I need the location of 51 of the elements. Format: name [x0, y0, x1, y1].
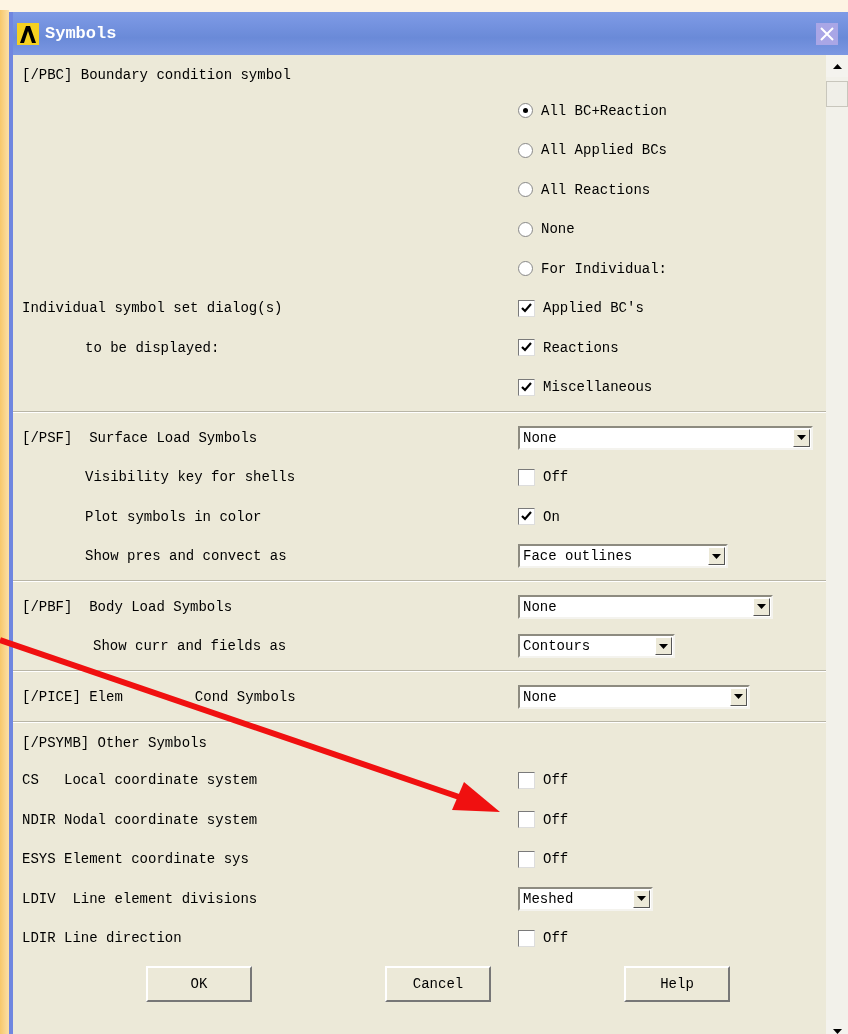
radio-option[interactable]: All Applied BCs: [518, 142, 668, 159]
checkbox-option[interactable]: Off: [518, 811, 569, 829]
scrollbar[interactable]: [826, 55, 848, 1034]
checkbox-option[interactable]: Reactions: [518, 339, 619, 357]
checkbox-option[interactable]: Off: [518, 850, 569, 868]
field-label: Cond Symbols: [194, 688, 296, 705]
scroll-up-icon[interactable]: [832, 63, 842, 69]
checkbox-option[interactable]: Off: [518, 468, 569, 486]
dropdown[interactable]: Contours: [518, 634, 675, 659]
dropdown[interactable]: None: [518, 425, 813, 450]
dropdown[interactable]: None: [518, 684, 750, 709]
field-label: Show curr and fields as: [93, 638, 287, 655]
radio-option[interactable]: For Individual:: [518, 260, 668, 277]
dropdown[interactable]: None: [518, 594, 773, 619]
checkbox-option[interactable]: Applied BC's: [518, 299, 644, 317]
dialog-button[interactable]: OK: [146, 966, 252, 1002]
field-label: Plot symbols in color: [85, 508, 262, 525]
app-logo-icon: [17, 22, 39, 45]
dialog-button[interactable]: Help: [624, 966, 730, 1002]
field-label: [/PICE] Elem: [22, 688, 123, 705]
field-label: [/PSF] Surface Load Symbols: [22, 429, 258, 446]
radio-option[interactable]: All BC+Reaction: [518, 102, 668, 119]
checkbox-option[interactable]: Off: [518, 771, 569, 789]
checkbox-option[interactable]: Miscellaneous: [518, 378, 653, 396]
field-label: ESYS Element coordinate sys: [22, 851, 249, 868]
radio-option[interactable]: All Reactions: [518, 181, 651, 198]
field-label: Individual symbol set dialog(s): [22, 300, 283, 317]
scroll-down-icon[interactable]: [832, 1028, 842, 1034]
field-label: Visibility key for shells: [85, 469, 296, 486]
field-label: [/PBF] Body Load Symbols: [22, 598, 233, 615]
checkbox-option[interactable]: On: [518, 508, 560, 526]
field-label: [/PSYMB] Other Symbols: [22, 734, 207, 751]
scroll-thumb[interactable]: [826, 81, 848, 107]
window-title: Symbols: [45, 24, 117, 43]
check-mark-icon: [521, 381, 532, 393]
check-mark-icon: [521, 511, 532, 523]
check-mark-icon: [521, 342, 532, 354]
check-mark-icon: [521, 302, 532, 314]
field-label: LDIV Line element divisions: [22, 890, 258, 907]
checkbox-option[interactable]: Off: [518, 929, 569, 947]
field-label: to be displayed:: [85, 339, 220, 356]
field-label: Show pres and convect as: [85, 548, 287, 565]
dropdown[interactable]: Face outlines: [518, 544, 728, 569]
field-label: CS Local coordinate system: [22, 772, 258, 789]
dropdown[interactable]: Meshed: [518, 886, 653, 911]
radio-option[interactable]: None: [518, 221, 575, 238]
field-label: LDIR Line direction: [22, 930, 182, 947]
close-icon[interactable]: [816, 22, 838, 45]
field-label: NDIR Nodal coordinate system: [22, 811, 258, 828]
dialog-button[interactable]: Cancel: [385, 966, 491, 1002]
field-label: [/PBC] Boundary condition symbol: [22, 66, 291, 83]
